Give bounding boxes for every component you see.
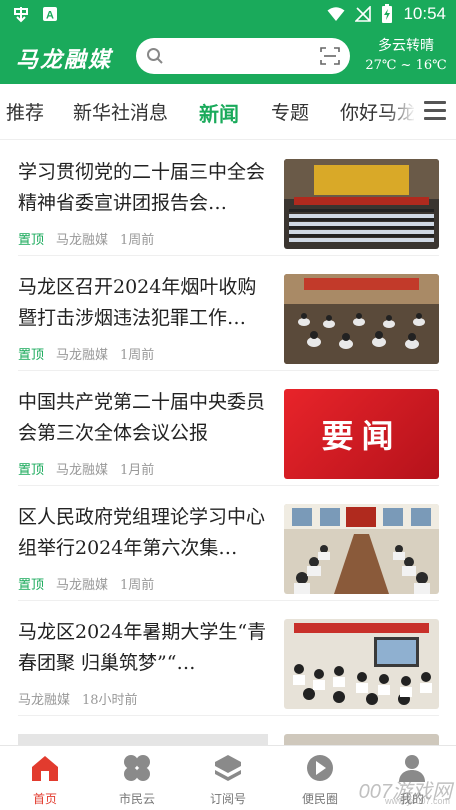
no-signal-icon — [355, 6, 372, 22]
channel-menu-button[interactable] — [414, 84, 456, 139]
circle-icon — [307, 755, 333, 781]
news-item[interactable]: 中国共产党第二十届中央委员会第三次全体会议公报 置顶 马龙融媒 1月前 要闻 — [18, 371, 439, 486]
news-item[interactable]: 区人民政府党组理论学习中心组举行2024年第六次集… 置顶 马龙融媒 1周前 — [18, 486, 439, 601]
news-title: 中国共产党第二十届中央委员会第三次全体会议公报 — [18, 391, 266, 444]
keyboard-a-icon: A — [43, 7, 57, 22]
news-thumbnail: 要闻 — [284, 389, 439, 479]
news-source: 马龙融媒 — [56, 578, 109, 593]
nav-label: 订阅号 — [209, 792, 246, 806]
tab-xinhua[interactable]: 新华社消息 — [73, 98, 168, 125]
search-icon — [147, 48, 163, 64]
app-header: 马龙融媒 多云转晴 27℃ ~ 16℃ — [0, 30, 456, 84]
news-source: 马龙融媒 — [56, 463, 109, 478]
home-icon — [32, 756, 58, 781]
weather-temperature: 27℃ ~ 16℃ — [365, 58, 447, 73]
nav-home[interactable]: 首页 — [5, 752, 85, 808]
app-notification-icon — [14, 7, 28, 23]
news-title: 马龙区2024年暑期大学生“青春团聚 归巢筑梦”“… — [18, 621, 267, 674]
news-title: 学习贯彻党的二十届三中全会精神省委宣讲团报告会… — [18, 161, 266, 214]
battery-charging-icon — [382, 4, 393, 23]
tab-topics[interactable]: 专题 — [271, 98, 309, 125]
tab-recommend[interactable]: 推荐 — [6, 98, 44, 125]
news-source: 马龙融媒 — [18, 693, 71, 708]
news-time: 18小时前 — [82, 693, 138, 708]
weather-widget[interactable]: 多云转晴 27℃ ~ 16℃ — [364, 36, 448, 76]
clock: 10:54 — [403, 4, 446, 23]
news-thumbnail — [284, 274, 439, 364]
nav-subscribe[interactable]: 订阅号 — [188, 752, 268, 808]
news-time: 1月前 — [120, 463, 155, 478]
subscribe-icon — [215, 755, 241, 781]
clover-icon — [124, 755, 150, 781]
category-tabs: 推荐 新华社消息 新闻 专题 你好马龙 — [0, 84, 456, 140]
weather-condition: 多云转晴 — [378, 38, 434, 54]
news-thumbnail — [284, 734, 439, 745]
nav-label: 便民圈 — [301, 792, 338, 806]
pinned-badge: 置顶 — [18, 348, 45, 363]
search-input[interactable] — [136, 38, 350, 74]
news-time: 1周前 — [120, 233, 155, 248]
watermark-url: www.yx007.com — [384, 796, 450, 806]
news-source: 马龙融媒 — [56, 348, 109, 363]
wifi-icon — [327, 7, 345, 21]
news-list: 学习贯彻党的二十届三中全会精神省委宣讲团报告会… 置顶 马龙融媒 1周前 马龙区… — [0, 141, 456, 745]
nav-label: 首页 — [32, 792, 57, 806]
app-logo: 马龙融媒 — [16, 47, 113, 73]
yaowen-banner-text: 要闻 — [321, 417, 402, 455]
scan-icon[interactable] — [320, 47, 340, 65]
pinned-badge: 置顶 — [18, 463, 45, 478]
news-thumbnail — [284, 619, 439, 709]
news-time: 1周前 — [120, 578, 155, 593]
news-item[interactable] — [18, 716, 439, 745]
status-bar: A 10:54 — [0, 0, 456, 30]
nav-convenience[interactable]: 便民圈 — [280, 752, 360, 808]
news-title: 区人民政府党组理论学习中心组举行2024年第六次集… — [18, 506, 266, 559]
tab-news[interactable]: 新闻 — [199, 98, 239, 127]
news-time: 1周前 — [120, 348, 155, 363]
news-title: 马龙区召开2024年烟叶收购暨打击涉烟违法犯罪工作… — [18, 276, 257, 329]
news-thumbnail — [284, 159, 439, 249]
pinned-badge: 置顶 — [18, 578, 45, 593]
news-item[interactable]: 马龙区2024年暑期大学生“青春团聚 归巢筑梦”“… 马龙融媒 18小时前 — [18, 601, 439, 716]
news-source: 马龙融媒 — [56, 233, 109, 248]
svg-text:A: A — [46, 10, 54, 22]
news-item[interactable]: 马龙区召开2024年烟叶收购暨打击涉烟违法犯罪工作… 置顶 马龙融媒 1周前 — [18, 256, 439, 371]
nav-citizen-cloud[interactable]: 市民云 — [97, 752, 177, 808]
pinned-badge: 置顶 — [18, 233, 45, 248]
nav-label: 市民云 — [118, 792, 155, 806]
news-item[interactable]: 学习贯彻党的二十届三中全会精神省委宣讲团报告会… 置顶 马龙融媒 1周前 — [18, 141, 439, 256]
news-thumbnail — [284, 504, 439, 594]
